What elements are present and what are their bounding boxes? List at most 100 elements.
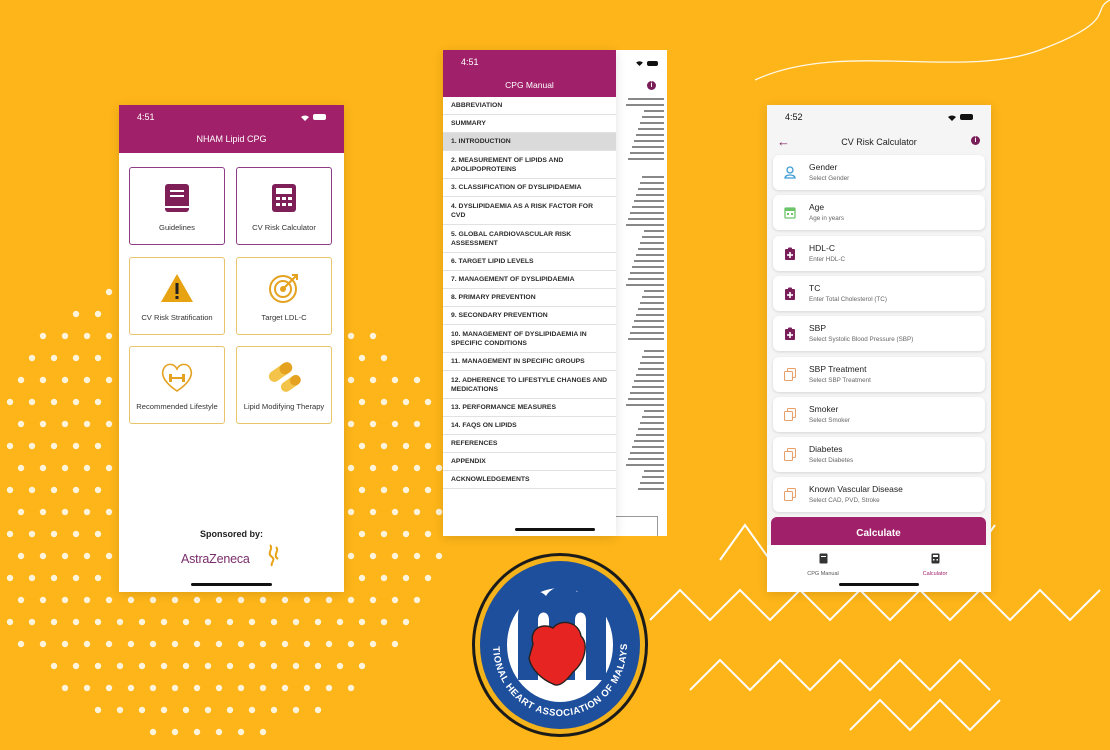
field-hint: Enter HDL-C [809,255,846,263]
menu-item[interactable]: 7. MANAGEMENT OF DYSLIPIDAEMIA [443,271,616,289]
menu-item[interactable]: 12. ADHERENCE TO LIFESTYLE CHANGES AND M… [443,371,616,399]
target-ldl-c-tile[interactable]: Target LDL-C [236,257,332,335]
pdf-text-line [636,434,664,436]
cv-risk-stratification-tile[interactable]: CV Risk Stratification [129,257,225,335]
heart-dumbbell-icon [161,363,193,392]
pdf-text-line [632,146,664,148]
pdf-text-line [630,332,664,334]
menu-item[interactable]: 1. INTRODUCTION [443,133,616,151]
field-hint: Select CAD, PVD, Stroke [809,497,880,505]
pdf-text-line [628,338,664,340]
pdf-text-line [642,116,664,118]
nav-bar: ← CV Risk Calculator i [767,129,991,153]
menu-item[interactable]: 10. MANAGEMENT OF DYSLIPIDAEMIA IN SPECI… [443,325,616,353]
form-field[interactable]: Known Vascular Disease Select CAD, PVD, S… [773,477,985,513]
app-title: NHAM Lipid CPG [196,134,267,144]
pdf-text-line [626,404,664,406]
capsule-icon [268,361,301,392]
page-title: CV Risk Calculator [841,137,917,147]
form-field[interactable]: TC Enter Total Cholesterol (TC) [773,275,985,311]
pdf-text-line [642,416,664,418]
tab-calculator[interactable]: Calculator [900,551,970,577]
menu-item[interactable]: 2. MEASUREMENT OF LIPIDS AND APOLIPOPROT… [443,151,616,179]
app-header: 4:51 NHAM Lipid CPG [119,105,344,153]
tab-label: Calculator [922,571,948,577]
copy-icon [784,407,796,421]
menu-item[interactable]: 4. DYSLIPIDAEMIA AS A RISK FACTOR FOR CV… [443,197,616,225]
form-field[interactable]: Smoker Select Smoker [773,396,985,432]
menu-item[interactable]: 5. GLOBAL CARDIOVASCULAR RISK ASSESSMENT [443,225,616,253]
menu-item[interactable]: 11. MANAGEMENT IN SPECIFIC GROUPS [443,353,616,371]
menu-item[interactable]: 3. CLASSIFICATION OF DYSLIPIDAEMIA [443,179,616,197]
pdf-text-line [630,212,664,214]
menu-item[interactable]: 8. PRIMARY PREVENTION [443,289,616,307]
person-icon [784,166,796,179]
pdf-text-line [644,470,664,472]
form-field[interactable]: Age Age in years [773,195,985,231]
sponsor-logo-text: AstraZeneca [181,552,250,566]
status-time: 4:52 [785,112,803,122]
calendar-icon [784,207,796,219]
field-label: Age [809,202,825,213]
info-icon[interactable]: i [647,81,656,90]
pdf-table [612,516,658,536]
status-time: 4:51 [461,57,479,67]
form-field[interactable]: SBP Select Systolic Blood Pressure (SBP) [773,316,985,352]
menu-item[interactable]: SUMMARY [443,115,616,133]
pdf-text-line [632,386,664,388]
pdf-text-line [638,428,664,430]
pdf-text-line [642,356,664,358]
pdf-text-line [642,476,664,478]
menu-item[interactable]: 9. SECONDARY PREVENTION [443,307,616,325]
form-field[interactable]: HDL-C Enter HDL-C [773,235,985,271]
pdf-text-line [628,98,664,100]
pdf-text-line [626,224,664,226]
tab-cpg-manual[interactable]: CPG Manual [788,551,858,577]
pdf-text-line [630,152,664,154]
cv-risk-calculator-tile[interactable]: CV Risk Calculator [236,167,332,245]
pdf-text-line [626,284,664,286]
menu-item[interactable]: APPENDIX [443,453,616,471]
pdf-text-line [642,296,664,298]
info-icon[interactable]: i [971,136,980,145]
menu-item[interactable]: 14. FAQS ON LIPIDS [443,417,616,435]
pdf-text-line [636,254,664,256]
pdf-text-line [636,194,664,196]
form-field[interactable]: Diabetes Select Diabetes [773,437,985,473]
pdf-text-line [636,134,664,136]
menu-item[interactable]: ACKNOWLEDGEMENTS [443,471,616,489]
field-hint: Select Systolic Blood Pressure (SBP) [809,336,914,344]
pdf-text-line [628,218,664,220]
menu-item[interactable]: ABBREVIATION [443,97,616,115]
menu-item[interactable]: 6. TARGET LIPID LEVELS [443,253,616,271]
warning-icon [161,273,193,302]
pdf-text-line [644,410,664,412]
lipid-modifying-therapy-tile[interactable]: Lipid Modifying Therapy [236,346,332,424]
field-label: HDL-C [809,242,835,253]
pdf-text-line [628,158,664,160]
battery-icon [960,114,973,120]
menu-header: 4:51 CPG Manual [443,50,616,97]
menu-item[interactable]: REFERENCES [443,435,616,453]
tile-label: Guidelines [159,222,195,232]
pdf-text-line [634,440,664,442]
guidelines-tile[interactable]: Guidelines [129,167,225,245]
recommended-lifestyle-tile[interactable]: Recommended Lifestyle [129,346,225,424]
field-label: SBP [809,323,827,334]
pdf-text-line [634,380,664,382]
pdf-text-line [634,320,664,322]
pdf-text-line [632,446,664,448]
copy-icon [784,367,796,381]
phone-cv-risk-calculator: 4:52 ← CV Risk Calculator i Gender Select… [767,105,991,592]
field-label: Smoker [809,403,839,414]
status-time: 4:51 [137,112,155,122]
menu-item[interactable]: 13. PERFORMANCE MEASURES [443,399,616,417]
pdf-text-line [634,140,664,142]
target-icon [269,273,298,303]
tile-label: Target LDL-C [261,312,307,322]
pdf-text-line [636,314,664,316]
form-field[interactable]: Gender Select Gender [773,155,985,190]
tile-label: CV Risk Stratification [141,312,213,322]
tile-label: Lipid Modifying Therapy [243,401,325,411]
form-field[interactable]: SBP Treatment Select SBP Treatment [773,356,985,392]
